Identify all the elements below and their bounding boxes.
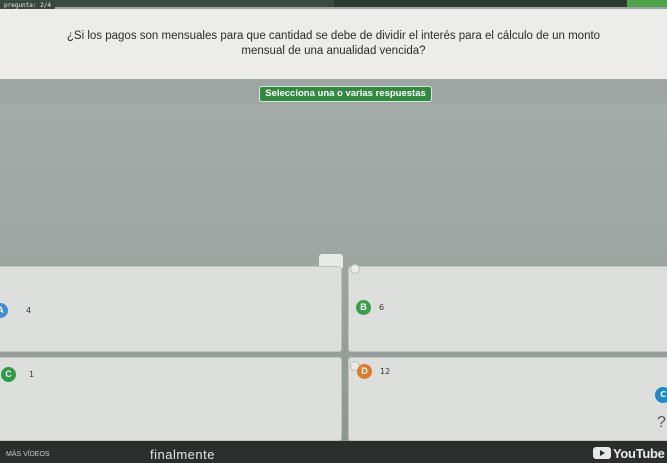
answer-option-d[interactable]: D 12 (348, 357, 667, 441)
progress-accent (627, 0, 667, 7)
answer-letter-d: D (357, 364, 372, 379)
question-card: ¿Si los pagos son mensuales para que can… (0, 9, 667, 79)
answer-option-a[interactable]: A 4 (0, 266, 342, 352)
video-caption: finalmente (150, 447, 215, 462)
youtube-play-icon (593, 447, 611, 459)
answer-value-c: 1 (29, 370, 35, 379)
question-text: ¿Si los pagos son mensuales para que can… (66, 30, 601, 57)
instruction-label: Selecciona una o varias respuestas (259, 86, 432, 102)
progress-bar (0, 0, 667, 7)
video-overlay-bar (0, 441, 667, 463)
youtube-wordmark: YouTube (613, 445, 665, 461)
help-icon[interactable]: ? (657, 414, 666, 432)
answer-value-b: 6 (379, 303, 385, 312)
answer-letter-a: A (0, 303, 8, 318)
answer-letter-b: B (356, 300, 371, 315)
more-videos-link[interactable]: MÁS VÍDEOS (6, 451, 50, 458)
answer-option-b[interactable]: B 6 (348, 264, 667, 352)
side-action-button[interactable]: C (655, 387, 667, 403)
answer-value-d: 12 (380, 367, 391, 376)
answer-letter-c: C (1, 367, 16, 382)
answer-value-a: 4 (26, 306, 32, 315)
answer-option-c[interactable]: C 1 (0, 357, 342, 441)
question-media-area (0, 104, 667, 259)
checkbox-b[interactable] (350, 264, 360, 274)
youtube-logo[interactable]: YouTube (593, 445, 665, 461)
